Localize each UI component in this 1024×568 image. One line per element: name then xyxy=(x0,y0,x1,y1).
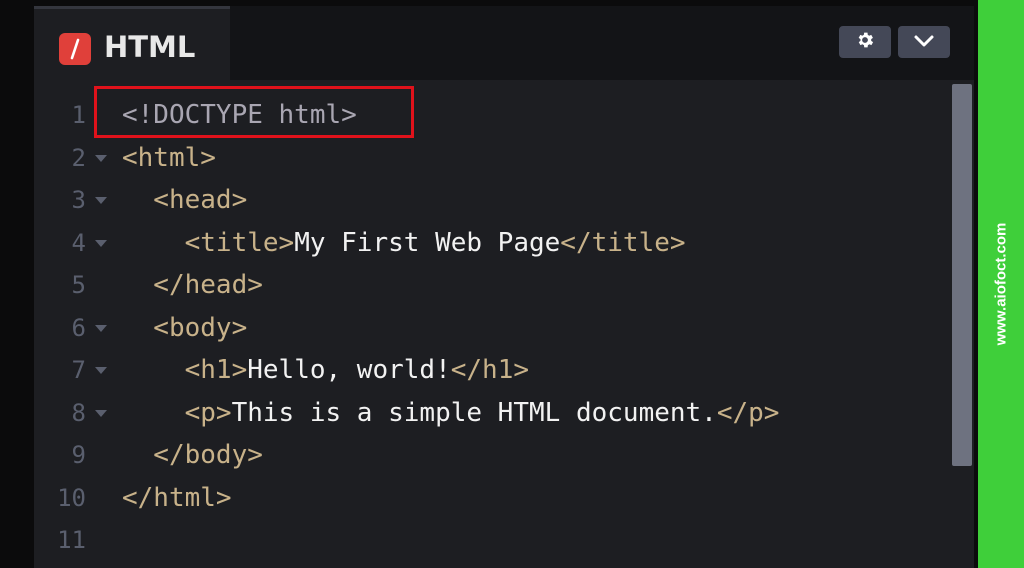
code-line[interactable]: 10 </html> xyxy=(34,477,934,519)
code-token: </head> xyxy=(122,270,263,300)
code-text: <html> xyxy=(122,137,216,179)
gear-icon xyxy=(855,30,875,54)
line-number: 6 xyxy=(71,313,86,342)
code-line[interactable]: 9 </body> xyxy=(34,434,934,476)
code-line[interactable]: 11 xyxy=(34,519,934,561)
line-number: 3 xyxy=(71,186,86,214)
watermark-strip: www.aiofoct.com xyxy=(978,0,1024,568)
line-number: 8 xyxy=(71,398,86,427)
code-text: <body> xyxy=(122,307,247,349)
code-token: <!DOCTYPE html> xyxy=(122,100,357,130)
code-line[interactable]: 4 <title>My First Web Page</title> xyxy=(34,222,934,264)
html-editor-panel: HTML 1 <!DOCTYPE html> 2 <html> 3 <head>… xyxy=(34,6,974,568)
line-number: 9 xyxy=(71,441,86,469)
screenshot-stage: HTML 1 <!DOCTYPE html> 2 <html> 3 <head>… xyxy=(0,0,1024,568)
code-text: </body> xyxy=(122,434,263,476)
tab-label: HTML xyxy=(104,30,196,64)
settings-button[interactable] xyxy=(839,26,891,58)
code-line[interactable]: 1 <!DOCTYPE html> xyxy=(34,94,934,136)
code-token: <title> xyxy=(122,227,295,258)
code-token: </body> xyxy=(122,440,263,470)
fold-arrow-icon[interactable] xyxy=(95,197,107,204)
code-token: </p> xyxy=(716,397,780,428)
code-content-text: Hello, world! xyxy=(247,355,451,385)
code-text: <h1>Hello, world!</h1> xyxy=(122,349,529,391)
line-number: 2 xyxy=(71,143,86,172)
code-token: </h1> xyxy=(450,355,530,385)
watermark-text: www.aiofoct.com xyxy=(992,222,1010,346)
code-token: </title> xyxy=(560,227,686,258)
code-line[interactable]: 7 <h1>Hello, world!</h1> xyxy=(34,349,934,391)
code-line[interactable]: 3 <head> xyxy=(34,179,934,221)
line-number: 5 xyxy=(71,271,86,299)
collapse-button[interactable] xyxy=(898,26,950,58)
fold-arrow-icon[interactable] xyxy=(95,324,107,332)
editor-tab-bar: HTML xyxy=(34,6,974,80)
code-token: </html> xyxy=(122,482,232,513)
code-content-text: This is a simple HTML document. xyxy=(231,397,717,428)
code-text: <head> xyxy=(122,179,247,221)
fold-arrow-icon[interactable] xyxy=(95,409,107,417)
chevron-down-icon xyxy=(913,33,935,52)
code-token: <p> xyxy=(122,397,232,428)
line-number: 7 xyxy=(71,356,86,384)
code-area[interactable]: 1 <!DOCTYPE html> 2 <html> 3 <head> 4 <title>… xyxy=(34,80,974,568)
line-number: 11 xyxy=(57,526,86,554)
code-text: </head> xyxy=(122,264,263,306)
code-line[interactable]: 5 </head> xyxy=(34,264,934,306)
vertical-scrollbar[interactable] xyxy=(952,84,972,466)
code-line[interactable]: 6 <body> xyxy=(34,307,934,349)
code-text: <p>This is a simple HTML document.</p> xyxy=(122,392,780,434)
line-number: 1 xyxy=(71,101,86,129)
code-line[interactable]: 8 <p>This is a simple HTML document.</p> xyxy=(34,392,934,434)
code-line[interactable]: 2 <html> xyxy=(34,137,934,179)
code-token: <h1> xyxy=(122,355,248,385)
code-text: </html> xyxy=(122,477,232,519)
fold-arrow-icon[interactable] xyxy=(95,154,107,162)
code-token: <head> xyxy=(122,185,248,215)
code-text: <title>My First Web Page</title> xyxy=(122,222,686,264)
fold-arrow-icon[interactable] xyxy=(95,239,107,247)
fold-arrow-icon[interactable] xyxy=(95,367,107,374)
code-token: <html> xyxy=(122,142,216,173)
tab-html[interactable]: HTML xyxy=(34,6,230,80)
line-number: 4 xyxy=(71,228,86,257)
code-text: <!DOCTYPE html> xyxy=(122,94,357,136)
slash-logo-icon xyxy=(59,33,91,65)
code-token: <body> xyxy=(122,312,248,343)
line-number: 10 xyxy=(57,483,86,512)
code-content-text: My First Web Page xyxy=(294,227,561,258)
